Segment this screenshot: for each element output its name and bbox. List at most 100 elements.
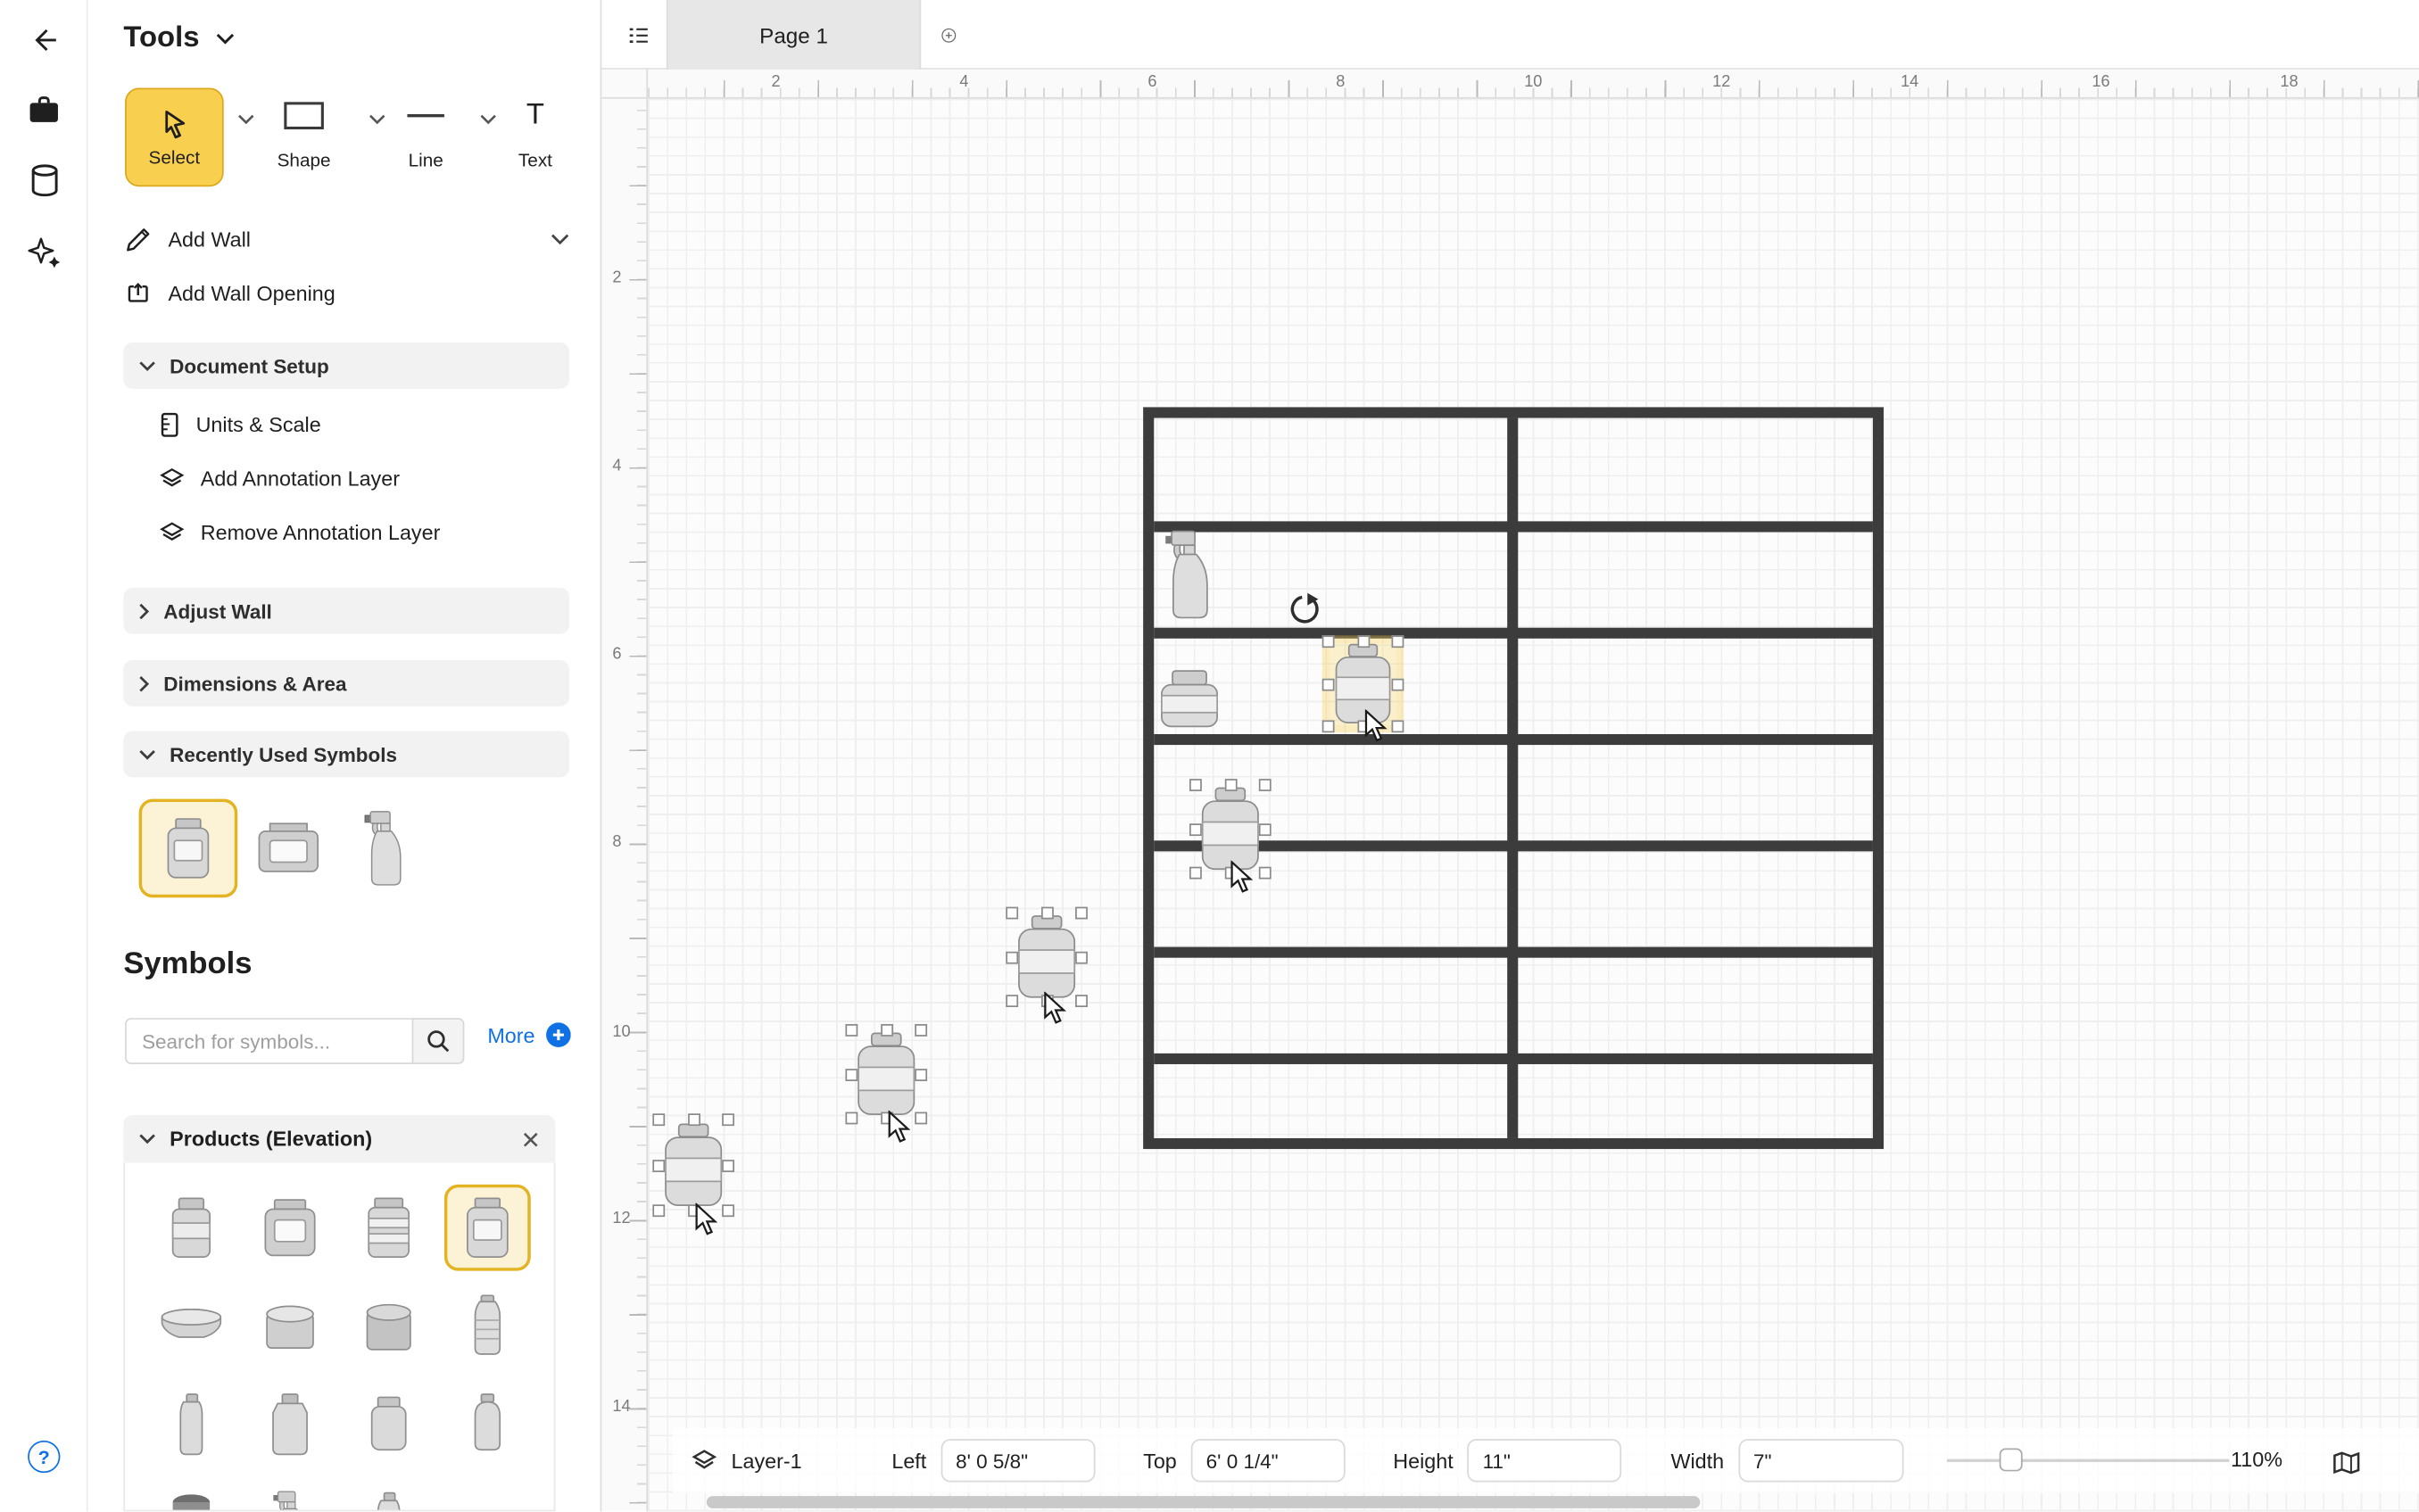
horizontal-scrollbar[interactable]	[707, 1496, 1700, 1508]
symbol-group-header[interactable]: Products (Elevation)	[123, 1115, 555, 1163]
symbol-jar-window[interactable]	[247, 1185, 334, 1271]
line-tool-button[interactable]: Line	[383, 97, 469, 171]
selected-symbol-jar[interactable]	[1197, 787, 1263, 872]
recent-symbol-container[interactable]	[239, 799, 338, 898]
selection-handle[interactable]	[1259, 867, 1272, 880]
selection-handle[interactable]	[915, 1024, 927, 1037]
symbol-search-button[interactable]	[412, 1018, 465, 1064]
back-button[interactable]	[21, 17, 66, 62]
selection-handle[interactable]	[915, 1112, 927, 1125]
left-field-input[interactable]	[940, 1439, 1095, 1482]
section-recently-used-symbols[interactable]: Recently Used Symbols	[123, 731, 569, 778]
selection-handle[interactable]	[687, 1113, 700, 1126]
selection-handle[interactable]	[1006, 907, 1018, 920]
selection-handle[interactable]	[915, 1068, 927, 1080]
more-symbols-link[interactable]: More	[487, 1022, 570, 1047]
section-dimensions-area[interactable]: Dimensions & Area	[123, 660, 569, 706]
add-annotation-layer-item[interactable]: Add Annotation Layer	[159, 458, 560, 498]
selection-handle[interactable]	[1006, 995, 1018, 1007]
symbol-small-jar[interactable]	[345, 1382, 432, 1468]
shape-tool-button[interactable]: Shape	[261, 97, 347, 171]
height-field-input[interactable]	[1467, 1439, 1621, 1482]
zoom-slider[interactable]	[1947, 1459, 2229, 1462]
selection-handle[interactable]	[1224, 779, 1237, 791]
recent-symbol-jar[interactable]	[139, 799, 238, 898]
select-tool-dropdown[interactable]	[237, 105, 254, 133]
selection-handle[interactable]	[1075, 995, 1088, 1007]
selection-handle[interactable]	[652, 1159, 665, 1171]
selection-handle[interactable]	[722, 1113, 734, 1126]
units-scale-item[interactable]: Units & Scale	[159, 404, 560, 444]
selection-handle[interactable]	[1322, 678, 1335, 690]
symbol-jar-label-selected[interactable]	[444, 1185, 531, 1271]
selection-handle[interactable]	[1075, 951, 1088, 963]
selection-handle[interactable]	[1040, 907, 1053, 920]
selection-handle[interactable]	[1189, 822, 1202, 835]
rotate-handle[interactable]	[1287, 592, 1321, 634]
symbol-cylinder-solid[interactable]	[345, 1283, 432, 1369]
symbol-jar-tall[interactable]	[148, 1185, 235, 1271]
selection-handle[interactable]	[722, 1204, 734, 1217]
symbol-bowl[interactable]	[148, 1283, 235, 1369]
selection-handle[interactable]	[880, 1024, 892, 1037]
page-list-button[interactable]	[617, 14, 660, 57]
shelf-line[interactable]	[1154, 628, 1873, 639]
selection-handle[interactable]	[845, 1024, 857, 1037]
selection-handle[interactable]	[845, 1112, 857, 1125]
selection-handle[interactable]	[722, 1159, 734, 1171]
help-button[interactable]: ?	[21, 1434, 66, 1479]
selection-handle[interactable]	[1322, 720, 1335, 732]
close-symbol-group-button[interactable]	[521, 1129, 540, 1148]
shelf-line[interactable]	[1154, 947, 1873, 958]
add-page-button[interactable]	[932, 19, 965, 53]
symbols-library-tab-button[interactable]	[21, 159, 66, 203]
selection-handle[interactable]	[1075, 907, 1088, 920]
section-document-setup[interactable]: Document Setup	[123, 343, 569, 389]
add-wall-button[interactable]: Add Wall	[125, 219, 569, 260]
selection-handle[interactable]	[1392, 635, 1404, 648]
selection-handle[interactable]	[1322, 635, 1335, 648]
layer-selector[interactable]: Layer-1	[692, 1439, 802, 1482]
symbol-bottle-cap[interactable]	[247, 1382, 334, 1468]
selection-handle[interactable]	[652, 1113, 665, 1126]
selection-handle[interactable]	[1392, 678, 1404, 690]
zoom-slider-thumb[interactable]	[2000, 1448, 2023, 1471]
magic-tab-button[interactable]	[21, 230, 66, 275]
tools-panel-title[interactable]: Tools	[123, 21, 235, 55]
symbol-slim-bottle[interactable]	[148, 1382, 235, 1468]
selection-handle[interactable]	[1392, 720, 1404, 732]
remove-annotation-layer-item[interactable]: Remove Annotation Layer	[159, 512, 560, 552]
selection-handle[interactable]	[1259, 779, 1272, 791]
recent-symbol-spray-bottle[interactable]	[335, 799, 434, 898]
toolbox-tab-button[interactable]	[21, 88, 66, 133]
text-tool-button[interactable]: T Text	[493, 97, 579, 171]
tab-page-1[interactable]: Page 1	[667, 0, 921, 70]
selected-symbol-jar[interactable]	[660, 1121, 726, 1210]
symbol-spray-bottle[interactable]	[247, 1481, 334, 1512]
selected-symbol-jar[interactable]	[1014, 914, 1080, 999]
placed-jar-small[interactable]	[1160, 669, 1219, 735]
symbol-round-bottle[interactable]	[444, 1382, 531, 1468]
section-adjust-wall[interactable]: Adjust Wall	[123, 588, 569, 634]
selection-handle[interactable]	[1259, 822, 1272, 835]
selection-handle[interactable]	[1357, 635, 1370, 648]
symbol-dark-jar[interactable]	[148, 1481, 235, 1512]
top-field-input[interactable]	[1190, 1439, 1345, 1482]
selected-symbol-jar[interactable]	[853, 1032, 919, 1117]
symbol-jar-bands[interactable]	[345, 1185, 432, 1271]
minimap-button[interactable]	[2324, 1439, 2370, 1485]
width-field-input[interactable]	[1738, 1439, 1903, 1482]
shelf-walls[interactable]	[1143, 407, 1884, 1149]
shelf-line[interactable]	[1154, 1053, 1873, 1064]
shelf-line[interactable]	[1154, 734, 1873, 745]
symbol-cylinder-rim[interactable]	[247, 1283, 334, 1369]
selection-handle[interactable]	[845, 1068, 857, 1080]
shelf-line[interactable]	[1154, 521, 1873, 532]
selection-handle[interactable]	[1189, 867, 1202, 880]
placed-spray-bottle[interactable]	[1164, 529, 1211, 628]
selection-handle[interactable]	[1189, 779, 1202, 791]
select-tool-button[interactable]: Select	[125, 88, 224, 187]
symbol-water-bottle[interactable]	[444, 1283, 531, 1369]
selection-handle[interactable]	[1006, 951, 1018, 963]
symbol-search-input[interactable]	[125, 1018, 412, 1064]
